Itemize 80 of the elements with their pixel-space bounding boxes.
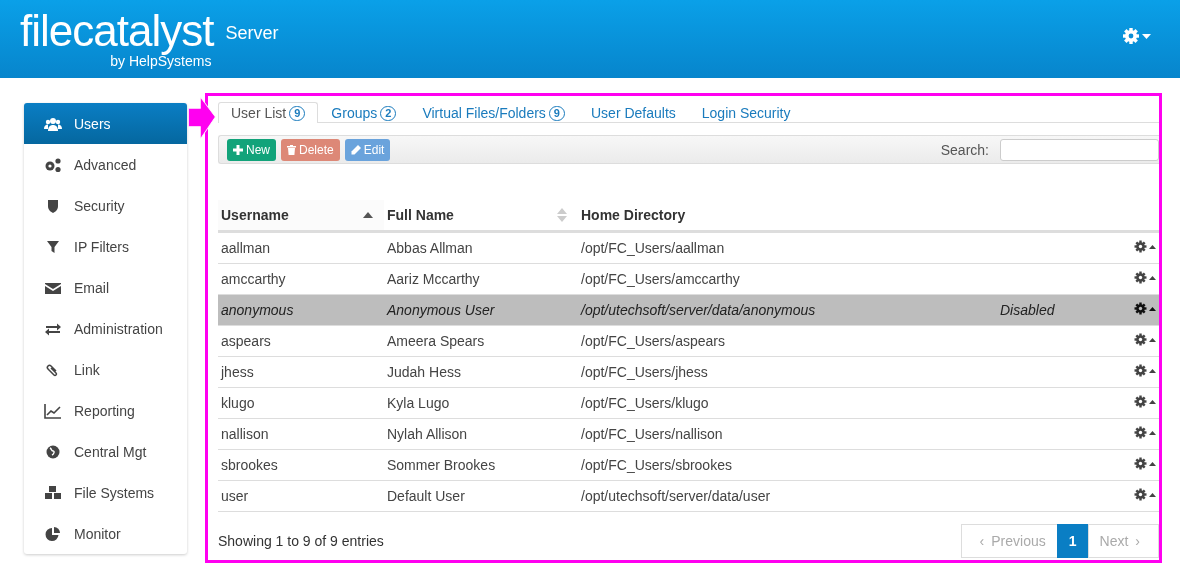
table-cell: amccarthy xyxy=(218,263,384,295)
table-cell: /opt/FC_Users/amccarthy xyxy=(578,263,997,295)
table-cell: nallison xyxy=(218,418,384,450)
pie-icon xyxy=(44,525,62,542)
search-label: Search: xyxy=(940,141,989,158)
table-cell: Anonymous User xyxy=(384,294,578,326)
sidebar-item[interactable]: IP Filters xyxy=(24,226,187,267)
table-row[interactable]: aspears Ameera Spears /opt/FC_Users/aspears xyxy=(218,325,1159,357)
sidebar-item[interactable]: Monitor xyxy=(24,513,187,554)
chart-icon xyxy=(44,402,62,419)
gear-menu-icon[interactable] xyxy=(1134,395,1156,408)
table-cell: Nylah Allison xyxy=(384,418,578,450)
table-cell: user xyxy=(218,480,384,512)
status-text: Disabled xyxy=(1000,302,1055,318)
trash-icon xyxy=(287,144,296,155)
gears-icon xyxy=(44,156,62,173)
sort-ascending-icon xyxy=(363,212,373,218)
table-cell: /opt/utechsoft/server/data/anonymous xyxy=(578,294,997,326)
table-cell: sbrookes xyxy=(218,449,384,481)
users-icon xyxy=(44,115,62,132)
sidebar-item[interactable]: Central Mgt xyxy=(24,431,187,472)
table-cell: jhess xyxy=(218,356,384,388)
table-cell: Default User xyxy=(384,480,578,512)
tab[interactable]: User Defaults xyxy=(578,102,689,124)
table-cell: klugo xyxy=(218,387,384,419)
sort-icon xyxy=(557,208,567,222)
table-cell: /opt/FC_Users/jhess xyxy=(578,356,997,388)
column-header[interactable]: Full Name xyxy=(384,200,578,232)
gear-menu-icon[interactable] xyxy=(1134,271,1156,284)
filter-icon xyxy=(44,238,62,255)
table-cell: /opt/FC_Users/nallison xyxy=(578,418,997,450)
table-row[interactable]: klugo Kyla Lugo /opt/FC_Users/klugo xyxy=(218,387,1159,419)
entries-info: Showing 1 to 9 of 9 entries xyxy=(218,533,384,549)
sidebar-item[interactable]: Advanced xyxy=(24,144,187,185)
table-cell: /opt/FC_Users/aallman xyxy=(578,231,997,264)
cubes-icon xyxy=(44,484,62,501)
table-cell: Abbas Allman xyxy=(384,231,578,264)
table-cell: Kyla Lugo xyxy=(384,387,578,419)
table-cell: Ameera Spears xyxy=(384,325,578,357)
sidebar-item[interactable]: Security xyxy=(24,185,187,226)
table-cell: Judah Hess xyxy=(384,356,578,388)
gear-menu-icon[interactable] xyxy=(1134,457,1156,470)
sidebar-item[interactable]: Administration xyxy=(24,308,187,349)
sidebar-item[interactable]: Link xyxy=(24,349,187,390)
tab[interactable]: Virtual Files/Folders 9 xyxy=(409,102,578,124)
gear-menu-icon[interactable] xyxy=(1134,426,1156,439)
search-field[interactable] xyxy=(1000,138,1159,161)
table-cell: /opt/FC_Users/sbrookes xyxy=(578,449,997,481)
pencil-icon xyxy=(350,144,361,155)
table-row[interactable]: aallman Abbas Allman /opt/FC_Users/aallman xyxy=(218,231,1159,264)
table-row[interactable]: user Default User /opt/utechsoft/server/data/user xyxy=(218,480,1159,512)
table-row[interactable]: sbrookes Sommer Brookes /opt/FC_Users/sbrookes xyxy=(218,449,1159,481)
table-cell: /opt/FC_Users/klugo xyxy=(578,387,997,419)
table-cell: aallman xyxy=(218,231,384,264)
plus-icon xyxy=(233,144,243,155)
table-cell: /opt/FC_Users/aspears xyxy=(578,325,997,357)
sidebar-item[interactable]: File Systems xyxy=(24,472,187,513)
column-header[interactable]: Home Directory xyxy=(578,200,997,232)
page-button[interactable]: 1 xyxy=(1056,524,1089,558)
gear-menu-icon[interactable] xyxy=(1134,364,1156,377)
tab[interactable]: Groups 2 xyxy=(318,102,410,124)
gear-menu-icon[interactable] xyxy=(1134,488,1156,501)
sidebar-item[interactable]: Users xyxy=(24,103,187,144)
table-row[interactable]: amccarthy Aariz Mccarthy /opt/FC_Users/amccarthy xyxy=(218,263,1159,295)
product-name: Server xyxy=(225,22,279,44)
gear-menu-icon[interactable] xyxy=(1134,333,1156,346)
column-header[interactable]: Username xyxy=(218,200,384,232)
table-cell: anonymous xyxy=(218,294,384,326)
sidebar-item[interactable]: Email xyxy=(24,267,187,308)
tab[interactable]: Login Security xyxy=(688,102,804,124)
table-row[interactable]: jhess Judah Hess /opt/FC_Users/jhess xyxy=(218,356,1159,388)
table-row[interactable]: nallison Nylah Allison /opt/FC_Users/nallison xyxy=(218,418,1159,450)
tab[interactable]: User List 9 xyxy=(218,102,319,124)
sidebar-item[interactable]: Reporting xyxy=(24,390,187,431)
gear-menu-icon[interactable] xyxy=(1134,240,1156,253)
table-cell: Sommer Brookes xyxy=(384,449,578,481)
table-cell: Aariz Mccarthy xyxy=(384,263,578,295)
table-cell: /opt/utechsoft/server/data/user xyxy=(578,480,997,512)
table-cell: aspears xyxy=(218,325,384,357)
logo-text: filecatalyst xyxy=(20,9,214,53)
